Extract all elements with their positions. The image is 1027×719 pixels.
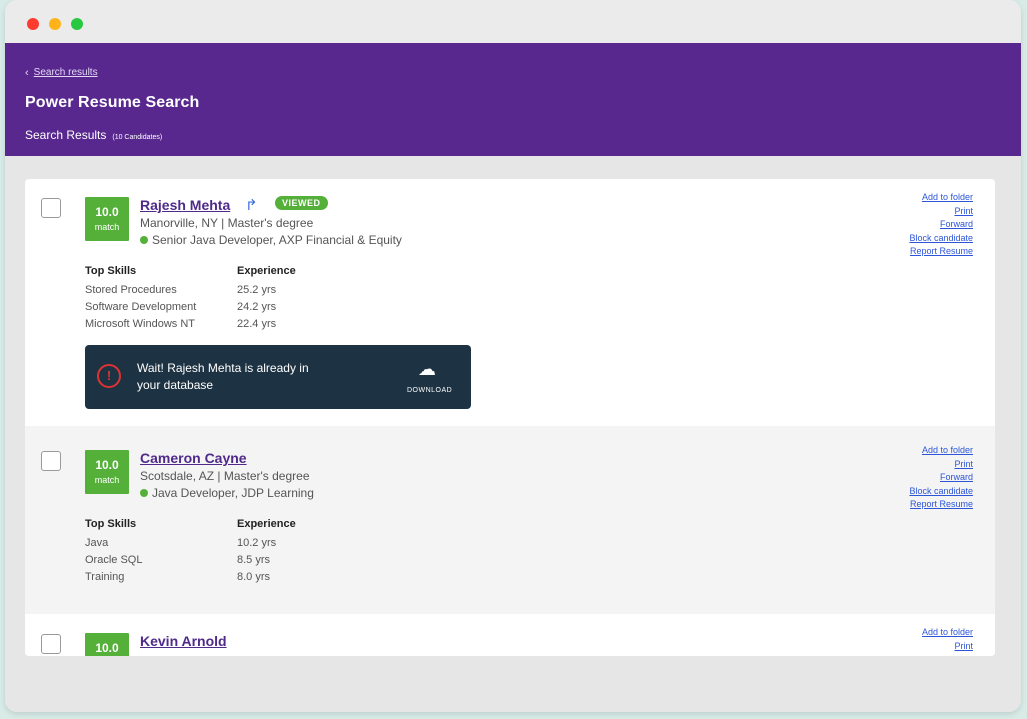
table-row: Software Development 24.2 yrs: [85, 300, 296, 317]
window-bottom-bar: [5, 684, 1021, 712]
candidate-name-link[interactable]: Rajesh Mehta: [140, 197, 230, 213]
skill-experience: 10.2 yrs: [237, 536, 277, 549]
cloud-download-icon[interactable]: ☁: [418, 359, 436, 380]
skills-header: Top Skills: [85, 265, 137, 277]
results-list: 10.0 match Rajesh Mehta ↱ VIEWED Manorvi…: [25, 179, 995, 656]
select-candidate-checkbox[interactable]: [41, 634, 61, 654]
match-score: 10.0: [95, 205, 119, 219]
candidate-job: Java Developer, JDP Learning: [140, 486, 314, 500]
warning-icon: !: [97, 364, 121, 388]
page-header: ‹ Search results Power Resume Search Sea…: [5, 43, 1021, 156]
back-link-label[interactable]: Search results: [34, 67, 98, 78]
skills-table: Top Skills Experience Java 10.2 yrs Orac…: [85, 518, 296, 587]
maximize-window-button[interactable]: [71, 18, 83, 30]
candidate-actions: Add to folder Print Forward Block candid…: [909, 191, 973, 259]
share-arrow-icon[interactable]: ↱: [245, 196, 258, 214]
status-dot-icon: [140, 489, 148, 497]
print-link[interactable]: Print: [909, 458, 973, 472]
skill-name: Software Development: [85, 300, 197, 313]
skill-name: Microsoft Windows NT: [85, 317, 196, 330]
print-link[interactable]: Print: [922, 640, 973, 654]
match-label: match: [94, 475, 120, 485]
table-row: Java 10.2 yrs: [85, 536, 296, 553]
browser-window: ‹ Search results Power Resume Search Sea…: [5, 0, 1021, 712]
select-candidate-checkbox[interactable]: [41, 451, 61, 471]
match-label: match: [94, 222, 120, 232]
add-to-folder-link[interactable]: Add to folder: [909, 444, 973, 458]
candidate-name-link[interactable]: Kevin Arnold: [140, 633, 227, 649]
skills-header: Top Skills: [85, 518, 137, 530]
table-row: Microsoft Windows NT 22.4 yrs: [85, 317, 296, 334]
skill-experience: 22.4 yrs: [237, 317, 277, 330]
minimize-window-button[interactable]: [49, 18, 61, 30]
viewed-badge: VIEWED: [275, 196, 328, 210]
forward-link[interactable]: Forward: [909, 218, 973, 232]
experience-header: Experience: [237, 518, 296, 530]
status-dot-icon: [140, 236, 148, 244]
skill-name: Training: [85, 570, 125, 583]
candidate-job-title: Java Developer, JDP Learning: [152, 486, 314, 500]
table-row: Oracle SQL 8.5 yrs: [85, 553, 296, 570]
duplicate-warning-banner: ! Wait! Rajesh Mehta is already in your …: [85, 345, 471, 409]
print-link[interactable]: Print: [909, 205, 973, 219]
skill-name: Oracle SQL: [85, 553, 143, 566]
add-to-folder-link[interactable]: Add to folder: [909, 191, 973, 205]
match-score-badge: 10.0 match: [85, 197, 129, 241]
duplicate-warning-message: Wait! Rajesh Mehta is already in your da…: [137, 361, 309, 392]
candidate-location: Scotsdale, AZ | Master's degree: [140, 469, 310, 483]
skill-name: Stored Procedures: [85, 283, 177, 296]
block-candidate-link[interactable]: Block candidate: [909, 232, 973, 246]
match-score: 10.0: [95, 641, 119, 655]
add-to-folder-link[interactable]: Add to folder: [922, 626, 973, 640]
candidate-card: 10.0 match Rajesh Mehta ↱ VIEWED Manorvi…: [25, 179, 995, 426]
experience-header: Experience: [237, 265, 296, 277]
candidate-name-link[interactable]: Cameron Cayne: [140, 450, 247, 466]
skills-table: Top Skills Experience Stored Procedures …: [85, 265, 296, 334]
skill-experience: 24.2 yrs: [237, 300, 277, 313]
close-window-button[interactable]: [27, 18, 39, 30]
skill-experience: 8.5 yrs: [237, 553, 271, 566]
results-count: (10 Candidates): [112, 134, 163, 141]
match-score-badge: 10.0 match: [85, 450, 129, 494]
candidate-actions: Add to folder Print Forward Block candid…: [909, 444, 973, 512]
candidate-location: Manorville, NY | Master's degree: [140, 216, 314, 230]
table-row: Training 8.0 yrs: [85, 570, 296, 587]
skill-experience: 8.0 yrs: [237, 570, 271, 583]
chevron-left-icon: ‹: [25, 66, 29, 79]
candidate-job: Senior Java Developer, AXP Financial & E…: [140, 233, 402, 247]
results-label: Search Results: [25, 128, 107, 142]
select-candidate-checkbox[interactable]: [41, 198, 61, 218]
candidate-card: 10.0 match Cameron Cayne Scotsdale, AZ |…: [25, 426, 995, 614]
candidate-actions: Add to folder Print: [922, 626, 973, 653]
window-titlebar: [5, 0, 1021, 43]
candidate-job-title: Senior Java Developer, AXP Financial & E…: [152, 233, 402, 247]
match-score: 10.0: [95, 458, 119, 472]
block-candidate-link[interactable]: Block candidate: [909, 485, 973, 499]
skill-name: Java: [85, 536, 109, 549]
report-resume-link[interactable]: Report Resume: [909, 245, 973, 259]
skill-experience: 25.2 yrs: [237, 283, 277, 296]
candidate-card: 10.0 Kevin Arnold Add to folder Print: [25, 614, 995, 656]
forward-link[interactable]: Forward: [909, 471, 973, 485]
results-summary: Search Results (10 Candidates): [25, 128, 162, 142]
download-button[interactable]: DOWNLOAD: [407, 387, 452, 394]
match-score-badge: 10.0: [85, 633, 129, 656]
page-title: Power Resume Search: [25, 94, 200, 111]
table-row: Stored Procedures 25.2 yrs: [85, 283, 296, 300]
back-link[interactable]: ‹ Search results: [25, 67, 98, 78]
report-resume-link[interactable]: Report Resume: [909, 498, 973, 512]
